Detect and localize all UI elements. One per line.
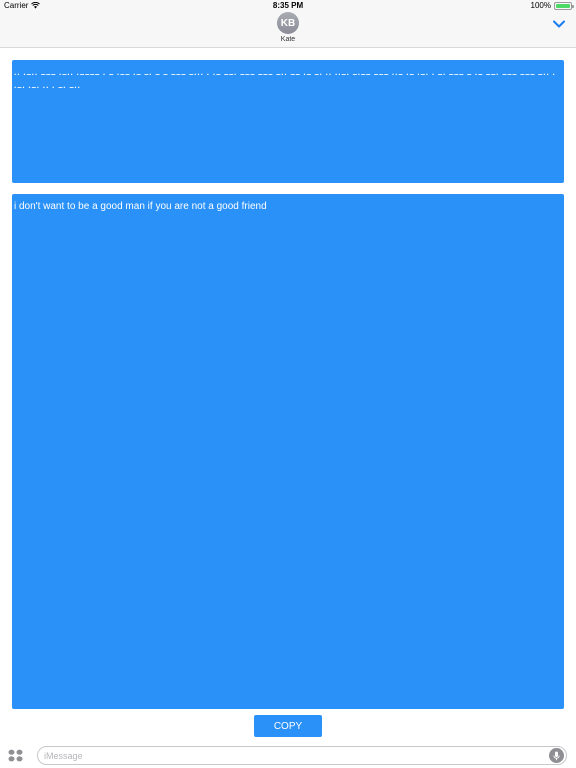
status-time: 8:35 PM (272, 1, 304, 10)
morse-output-text: ·· ·–·· ––– ·–·· ·–––– · – ·–– ·– –· – –… (14, 70, 556, 92)
message-input[interactable] (44, 748, 544, 764)
text-input-panel[interactable]: i don't want to be a good man if you are… (12, 194, 564, 709)
plain-input-text: i don't want to be a good man if you are… (14, 201, 267, 212)
message-input-bar (0, 740, 576, 768)
microphone-icon (553, 751, 560, 760)
chevron-down-icon (553, 20, 565, 28)
mic-button[interactable] (549, 748, 564, 763)
avatar[interactable]: KB (277, 12, 299, 34)
morse-output-panel[interactable]: ·· ·–·· ––– ·–·· ·–––– · – ·–– ·– –· – –… (12, 60, 564, 183)
message-field[interactable] (37, 746, 567, 765)
copy-button[interactable]: COPY (254, 715, 322, 737)
contact-name[interactable]: Kate (0, 36, 576, 43)
battery-tip (572, 4, 574, 8)
collapse-button[interactable] (552, 18, 566, 30)
battery-fill (556, 3, 570, 8)
battery-percent: 100% (530, 1, 551, 10)
battery-icon (554, 1, 574, 10)
status-right: 100% (530, 1, 574, 10)
app-grid-icon[interactable] (8, 749, 23, 762)
conversation-header: KB Kate (0, 12, 576, 48)
status-bar: Carrier 8:35 PM 100% (0, 0, 576, 12)
